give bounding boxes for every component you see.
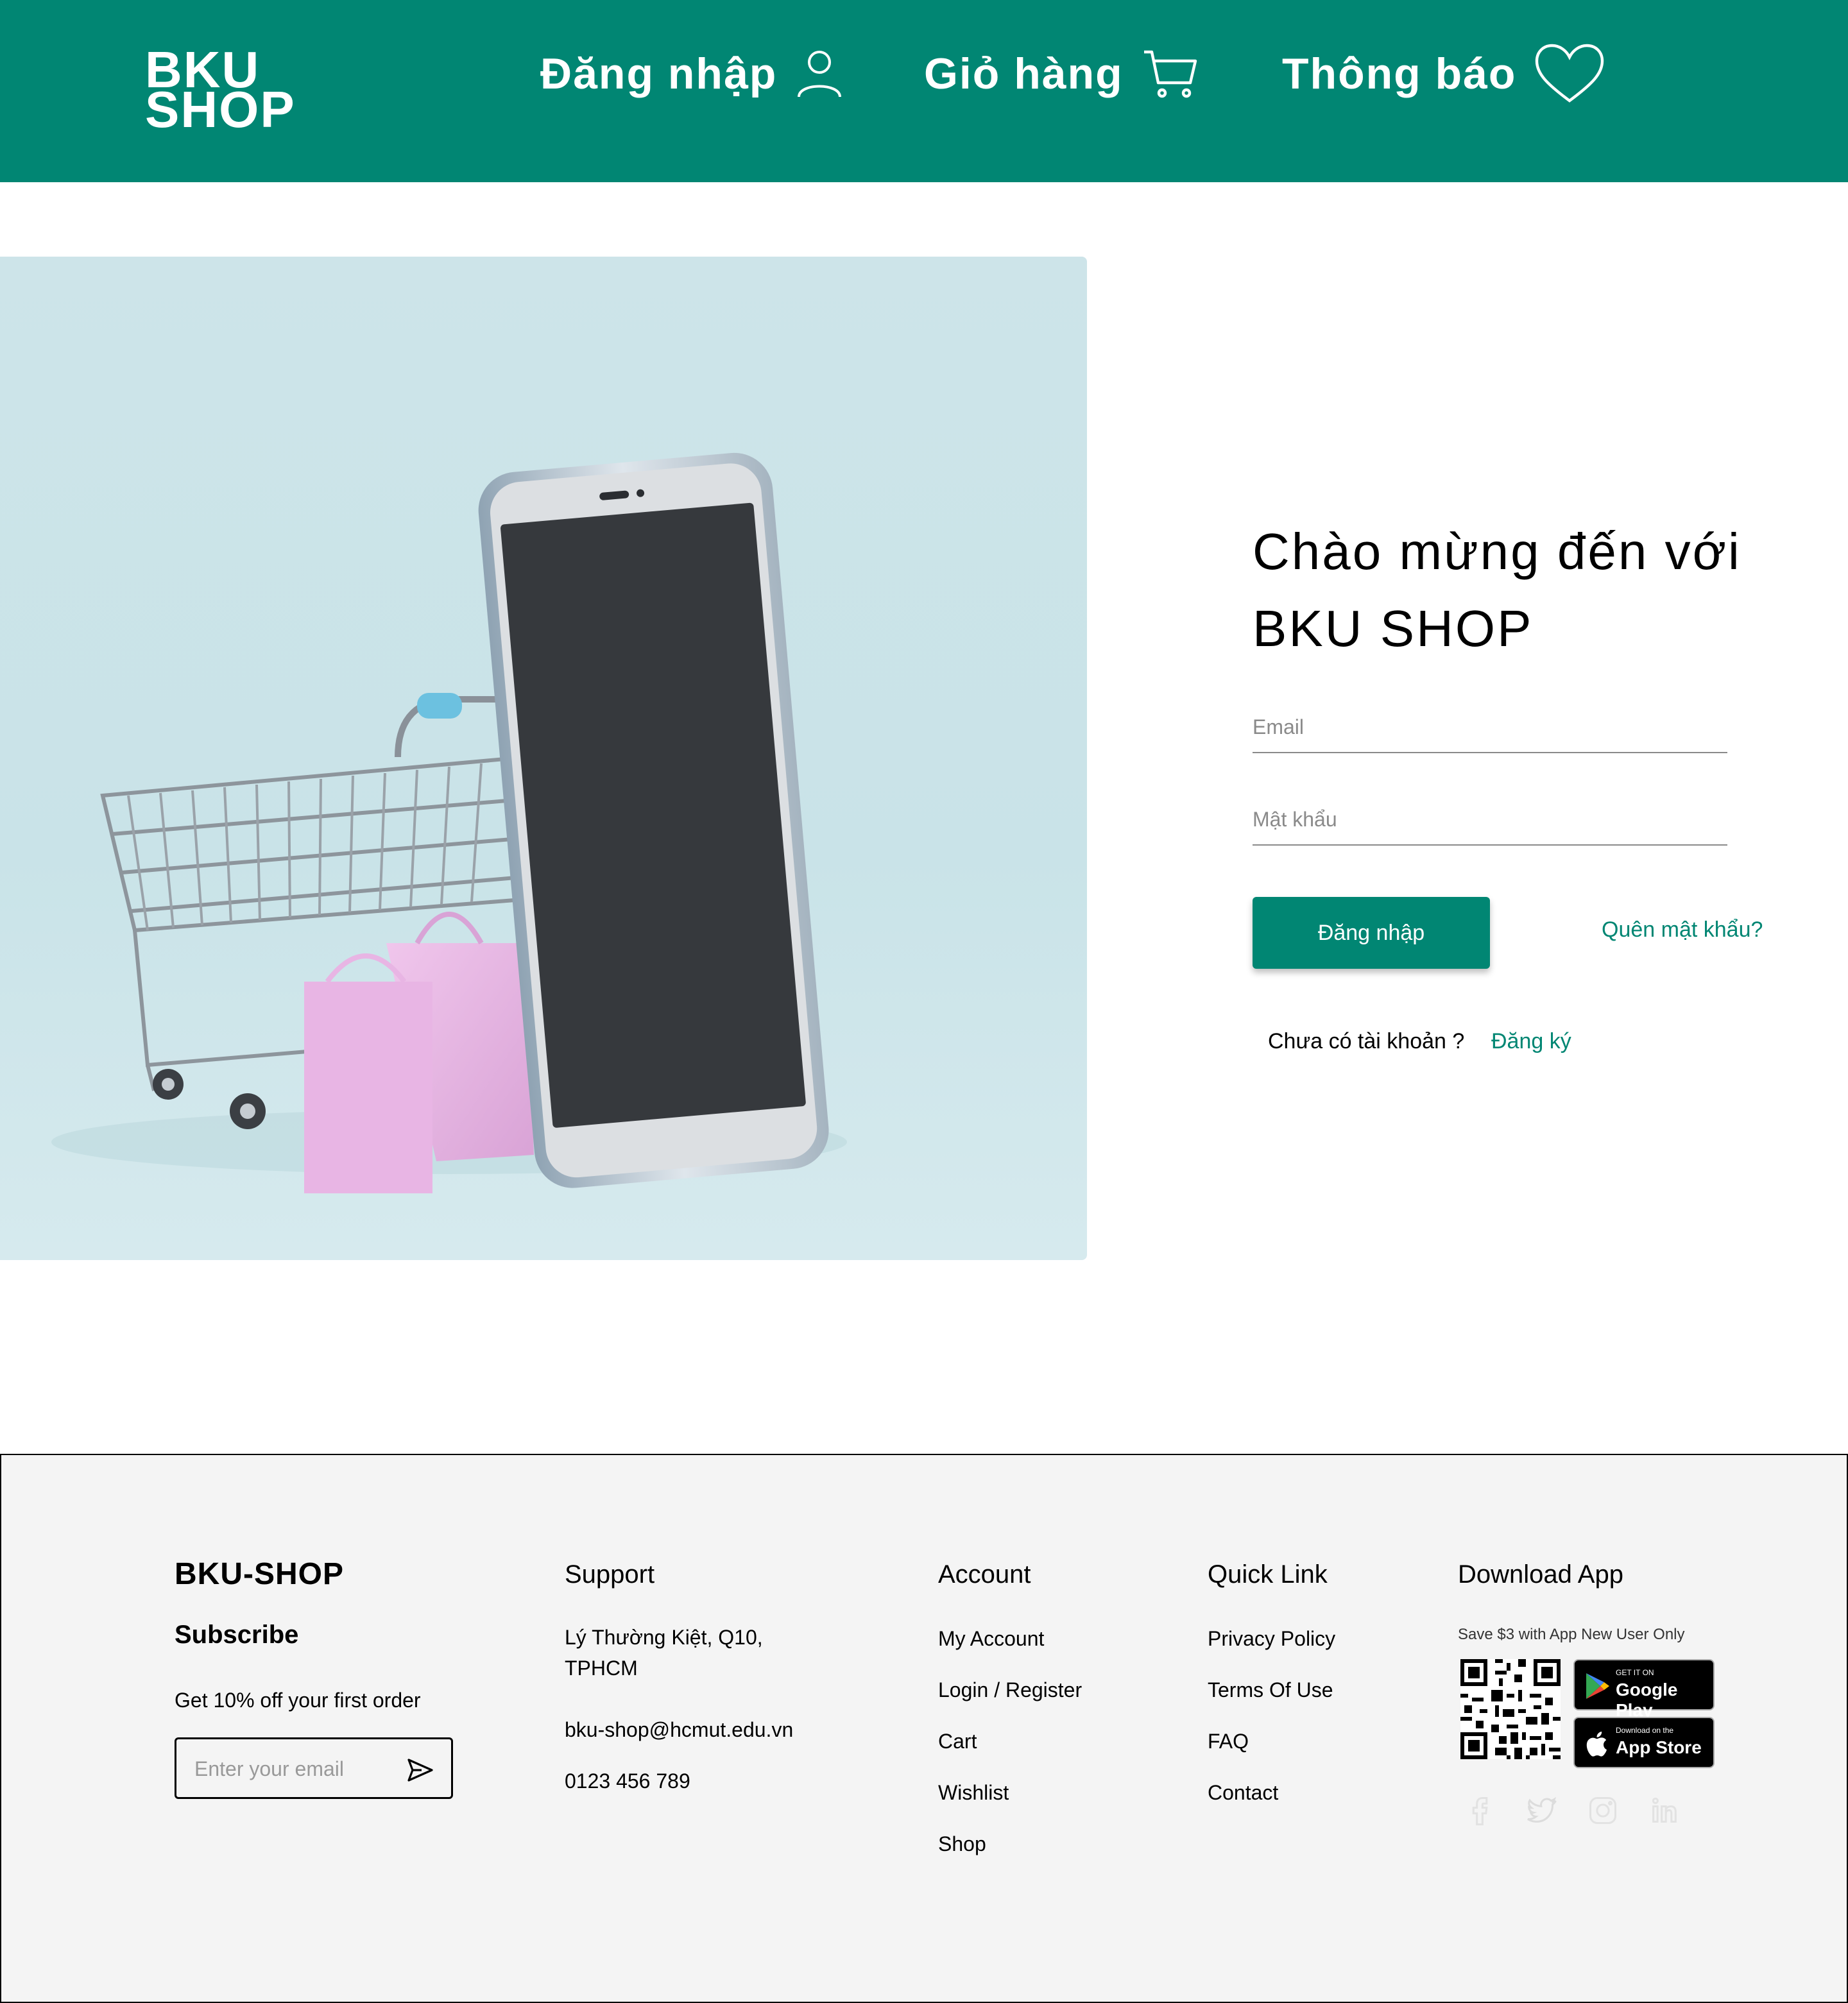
download-app-note: Save $3 with App New User Only <box>1458 1626 1685 1643</box>
footer-link-terms[interactable]: Terms Of Use <box>1208 1678 1333 1702</box>
welcome-heading: Chào mừng đến với BKU SHOP <box>1253 513 1779 667</box>
footer-link-wishlist[interactable]: Wishlist <box>938 1781 1009 1805</box>
welcome-line-1: Chào mừng đến với <box>1253 523 1741 580</box>
no-account-text: Chưa có tài khoản ? <box>1268 1029 1465 1053</box>
support-address: Lý Thường Kiệt, Q10, TPHCM <box>565 1622 763 1683</box>
facebook-icon[interactable] <box>1463 1794 1496 1827</box>
account-title: Account <box>938 1560 1031 1589</box>
twitter-icon[interactable] <box>1525 1794 1558 1827</box>
qr-code <box>1460 1659 1561 1759</box>
nav-login[interactable]: Đăng nhập <box>540 38 844 109</box>
subscribe-title: Subscribe <box>175 1621 299 1649</box>
register-link[interactable]: Đăng ký <box>1491 1029 1571 1054</box>
email-field[interactable] <box>1253 702 1727 753</box>
quick-link-title: Quick Link <box>1208 1560 1328 1589</box>
logo[interactable]: BKU SHOP <box>145 44 296 138</box>
footer-link-contact[interactable]: Contact <box>1208 1781 1278 1805</box>
forgot-password-link[interactable]: Quên mật khẩu? <box>1602 917 1763 942</box>
google-play-badge[interactable]: GET IT ON Google Play <box>1573 1659 1715 1720</box>
footer-link-shop[interactable]: Shop <box>938 1832 986 1856</box>
nav-login-label: Đăng nhập <box>540 49 778 98</box>
app-store-big-text: App Store <box>1616 1737 1702 1757</box>
top-navbar: BKU SHOP Đăng nhập Giỏ hàng Thông báo <box>0 0 1848 182</box>
footer-link-privacy[interactable]: Privacy Policy <box>1208 1627 1335 1651</box>
subscribe-offer: Get 10% off your first order <box>175 1689 421 1712</box>
footer-link-my-account[interactable]: My Account <box>938 1627 1044 1651</box>
nav-notify-label: Thông báo <box>1282 49 1517 98</box>
app-store-small-text: Download on the <box>1616 1726 1674 1735</box>
hero-image <box>0 257 1087 1260</box>
app-store-badge[interactable]: Download on the App Store <box>1573 1717 1715 1768</box>
google-play-icon <box>1586 1673 1609 1699</box>
user-icon <box>798 51 842 98</box>
download-app-title: Download App <box>1458 1560 1623 1589</box>
google-play-small-text: GET IT ON <box>1616 1668 1654 1677</box>
cart-phone-illustration <box>51 452 847 1193</box>
nav-cart-label: Giỏ hàng <box>924 49 1124 98</box>
instagram-icon[interactable] <box>1586 1794 1620 1827</box>
cart-icon <box>1143 50 1197 98</box>
support-phone: 0123 456 789 <box>565 1769 690 1793</box>
footer-link-cart[interactable]: Cart <box>938 1730 977 1753</box>
footer-link-faq[interactable]: FAQ <box>1208 1730 1249 1753</box>
password-field[interactable] <box>1253 794 1727 846</box>
footer: BKU-SHOP Subscribe Get 10% off your firs… <box>0 1454 1848 2003</box>
google-play-big-text: Google Play <box>1616 1680 1678 1720</box>
nav-cart[interactable]: Giỏ hàng <box>924 38 1199 109</box>
heart-icon <box>1536 44 1604 103</box>
linkedin-icon[interactable] <box>1648 1794 1681 1827</box>
support-email[interactable]: bku-shop@hcmut.edu.vn <box>565 1714 793 1745</box>
send-icon[interactable] <box>405 1755 436 1786</box>
login-button[interactable]: Đăng nhập <box>1253 897 1490 969</box>
subscribe-email-input[interactable] <box>194 1755 387 1783</box>
apple-icon <box>1586 1732 1607 1757</box>
support-address-line-1: Lý Thường Kiệt, Q10, <box>565 1626 763 1649</box>
support-title: Support <box>565 1560 655 1589</box>
welcome-line-2: BKU SHOP <box>1253 600 1534 657</box>
support-address-line-2: TPHCM <box>565 1657 638 1680</box>
logo-line-2: SHOP <box>145 81 296 138</box>
footer-link-login-register[interactable]: Login / Register <box>938 1678 1082 1702</box>
subscribe-box <box>175 1737 453 1799</box>
footer-brand: BKU-SHOP <box>175 1557 345 1591</box>
nav-notifications[interactable]: Thông báo <box>1282 38 1605 109</box>
